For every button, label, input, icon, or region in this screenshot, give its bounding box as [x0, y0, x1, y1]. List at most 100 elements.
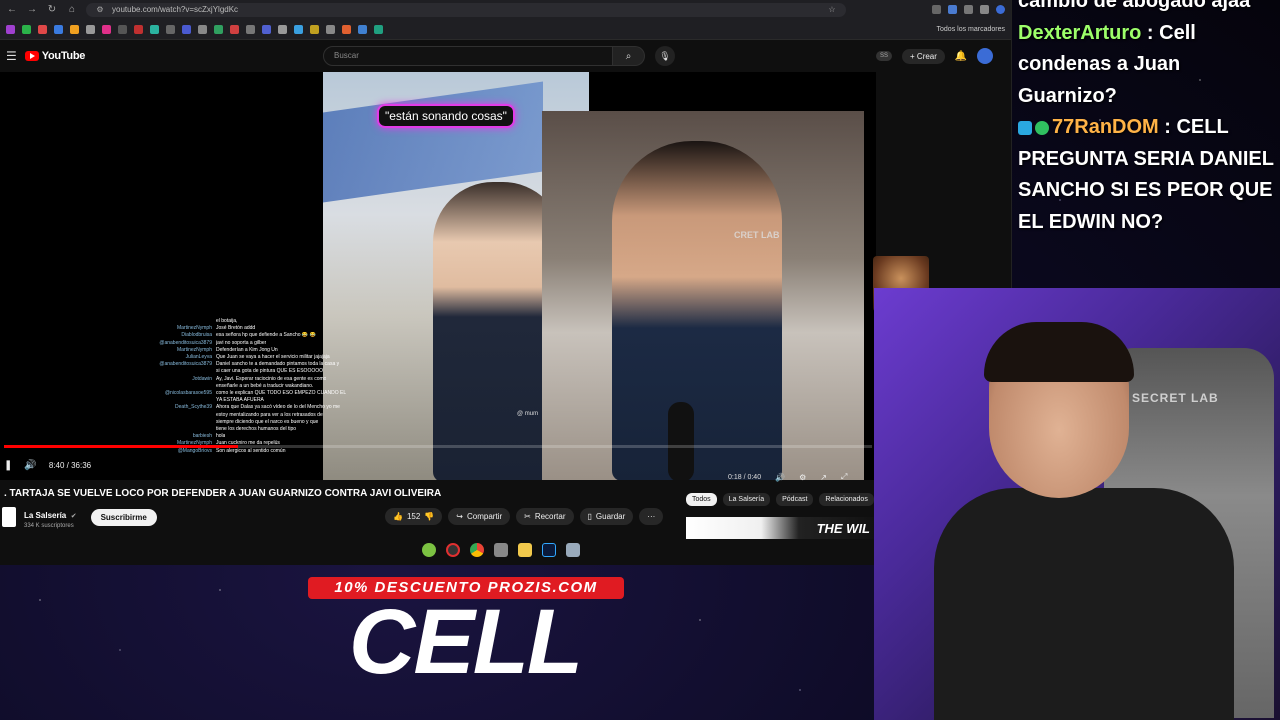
chip-all[interactable]: Todos	[686, 493, 717, 506]
overlay-chat-line: @anabenditosuica3879 javi no soporta a gi…	[150, 340, 350, 347]
thumbs-down-icon[interactable]: 👎	[424, 512, 434, 521]
home-icon[interactable]: ⌂	[66, 4, 78, 15]
bookmark-icon[interactable]	[358, 24, 367, 34]
clip-button[interactable]: ✂ Recortar	[516, 508, 574, 525]
recommended-thumbnail[interactable]: THE WIL	[686, 517, 874, 539]
volume-icon[interactable]: 🔊	[775, 473, 785, 482]
search-button[interactable]: ⌕	[613, 46, 645, 66]
site-info-icon[interactable]: ⚙	[94, 5, 106, 14]
bookmark-icon[interactable]	[374, 24, 383, 34]
extension-icon[interactable]	[964, 5, 973, 14]
folder-icon[interactable]	[518, 543, 532, 557]
overlay-chat-line: siempre diciendo que el narco es bueno y…	[150, 419, 350, 426]
menu-icon[interactable]: ☰	[6, 49, 17, 63]
bookmark-icon[interactable]	[278, 24, 287, 34]
search-input[interactable]: Buscar	[323, 46, 613, 66]
share-button[interactable]: ↪ Compartir	[448, 508, 511, 525]
extension-icon[interactable]	[996, 5, 1005, 14]
bookmark-icon[interactable]	[134, 24, 143, 34]
stream-chat-message: DexterArturo : Cell condenas a Juan Guar…	[1018, 18, 1276, 113]
overlay-chat-message: Ahora que Dalas ya sacó vídeo de lo del …	[216, 404, 340, 411]
overlay-chat-message: si caer una gota de pintura QUE ES ESOOO…	[216, 368, 323, 375]
extension-icon[interactable]	[932, 5, 941, 14]
bookmark-icon[interactable]	[246, 24, 255, 34]
forward-icon[interactable]: →	[26, 4, 38, 15]
voice-search-button[interactable]: 🎙	[655, 46, 675, 66]
app-icon[interactable]	[446, 543, 460, 557]
photoshop-icon[interactable]	[542, 543, 556, 557]
overlay-chat-user: Diablodbruisa	[181, 332, 212, 339]
channel-name[interactable]: La Salsería	[24, 511, 66, 520]
bookmark-icon: ▯	[587, 512, 592, 521]
overlay-chat-user	[150, 397, 212, 404]
all-bookmarks-folder[interactable]: Todos los marcadores	[937, 26, 1005, 33]
bookmark-icon[interactable]	[342, 24, 351, 34]
bookmark-icon[interactable]	[166, 24, 175, 34]
more-actions-button[interactable]: ···	[639, 508, 664, 525]
bookmark-icon[interactable]	[214, 24, 223, 34]
bookmark-icon[interactable]	[198, 24, 207, 34]
bookmark-icon[interactable]	[6, 24, 15, 34]
overlay-chat-line: enseñarle a un bebé a traducir wakandian…	[150, 383, 350, 390]
extension-icon[interactable]	[980, 5, 989, 14]
bookmark-icon[interactable]	[150, 24, 159, 34]
chip-podcast[interactable]: Pódcast	[776, 493, 814, 506]
extension-icon[interactable]	[948, 5, 957, 14]
youtube-logo[interactable]: YouTube	[24, 50, 85, 62]
bookmark-icon[interactable]	[86, 24, 95, 34]
overlay-chat-message: hola	[216, 433, 226, 440]
progress-bar[interactable]	[4, 445, 872, 448]
overlay-chat-message: Que Juan se vaya a hacer el servicio mil…	[216, 354, 330, 361]
app-icon[interactable]	[422, 543, 436, 557]
chip-related[interactable]: Relacionados	[819, 493, 874, 506]
create-button[interactable]: + Crear	[902, 48, 945, 64]
caption-chip: "están sonando cosas"	[377, 104, 515, 128]
share-icon[interactable]: ↗	[820, 473, 827, 482]
bookmark-icon[interactable]	[182, 24, 191, 34]
back-icon[interactable]: ←	[6, 4, 18, 15]
fullscreen-icon[interactable]: ⤢	[841, 472, 847, 482]
like-count: 152	[406, 512, 421, 521]
youtube-play-icon	[24, 51, 39, 61]
bookmark-icon[interactable]	[230, 24, 239, 34]
bookmark-icon[interactable]	[118, 24, 127, 34]
url-field[interactable]: ⚙ youtube.com/watch?v=scZxjYlgdKc ☆	[86, 2, 846, 17]
url-text: youtube.com/watch?v=scZxjYlgdKc	[112, 5, 239, 14]
settings-icon[interactable]: ⚙	[799, 473, 806, 482]
save-button[interactable]: ▯ Guardar	[579, 508, 634, 525]
overlay-chat-message: enseñarle a un bebé a traducir wakandian…	[216, 382, 314, 389]
subscribe-button[interactable]: Suscribirme	[90, 508, 157, 526]
save-label: Guardar	[595, 512, 626, 521]
overlay-chat-line: Death_Scythe39 Ahora que Dalas ya sacó ví…	[150, 404, 350, 411]
volume-icon[interactable]: 🔊	[24, 460, 36, 471]
chrome-icon[interactable]	[470, 543, 484, 557]
pause-icon[interactable]: ❚	[4, 460, 12, 471]
clip-label: Recortar	[534, 512, 566, 521]
app-icon[interactable]	[566, 543, 580, 557]
bookmark-icon[interactable]	[54, 24, 63, 34]
account-avatar[interactable]	[977, 48, 994, 64]
clip-right-scene	[542, 111, 864, 480]
overlay-chat-line: estoy mentalizando para ver a los retras…	[150, 412, 350, 419]
extensions-bar	[932, 5, 1005, 14]
cast-badge[interactable]: SS	[876, 51, 893, 61]
bookmark-icon[interactable]	[262, 24, 271, 34]
bookmark-icon[interactable]	[102, 24, 111, 34]
like-button[interactable]: 👍 152 👎	[385, 508, 443, 525]
chip-channel[interactable]: La Salsería	[722, 493, 771, 506]
header-actions: SS + Crear 🔔	[876, 48, 994, 64]
overlay-chat-user	[150, 383, 212, 390]
reload-icon[interactable]: ↻	[46, 4, 58, 15]
bookmark-icon[interactable]	[38, 24, 47, 34]
thumbs-up-icon: 👍	[393, 512, 403, 521]
bookmark-icon[interactable]	[22, 24, 31, 34]
bookmark-icon[interactable]	[70, 24, 79, 34]
bookmark-icon[interactable]	[294, 24, 303, 34]
bookmark-icon[interactable]	[310, 24, 319, 34]
notifications-bell-icon[interactable]: 🔔	[955, 51, 967, 62]
channel-avatar[interactable]	[2, 507, 16, 527]
bookmark-star-icon[interactable]: ☆	[826, 5, 838, 14]
video-player[interactable]	[0, 72, 876, 480]
bookmark-icon[interactable]	[326, 24, 335, 34]
app-icon[interactable]	[494, 543, 508, 557]
